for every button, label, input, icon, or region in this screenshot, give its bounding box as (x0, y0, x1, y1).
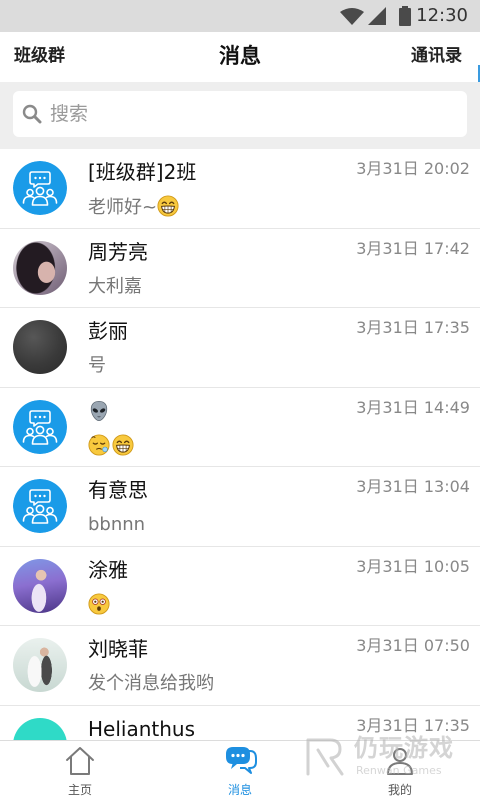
avatar (13, 240, 67, 295)
message-time: 3月31日 17:42 (356, 238, 470, 258)
contacts-button[interactable]: 通讯录 (411, 44, 462, 68)
conversation-title: 周芳亮 (88, 239, 148, 265)
conversation-item[interactable]: 有意思 bbnnn 3月31日 13:04 (0, 467, 480, 547)
search-placeholder: 搜索 (50, 103, 89, 125)
conversation-preview: 号 (88, 354, 106, 378)
message-time: 3月31日 17:35 (356, 715, 470, 735)
chat-icon (226, 747, 257, 774)
search-area: 搜索 (0, 82, 480, 149)
avatar (13, 638, 67, 692)
nav-messages[interactable]: 消息 (160, 741, 320, 801)
conversation-item[interactable]: Helianthus 3月31日 17:35 (0, 706, 480, 741)
sleepy-face-emoji-icon (88, 433, 110, 456)
last-message-text: 大利嘉 (88, 275, 142, 297)
bottom-navigation: 主页 消息 我的 (0, 740, 480, 800)
conversation-item[interactable]: 彭丽 号 3月31日 17:35 (0, 308, 480, 388)
avatar (13, 717, 67, 740)
conversation-title: 刘晓菲 (88, 636, 148, 662)
message-time: 3月31日 07:50 (356, 636, 470, 655)
conversation-title (88, 398, 112, 424)
message-time: 3月31日 20:02 (356, 159, 470, 178)
message-time: 3月31日 13:04 (356, 477, 470, 496)
nav-profile[interactable]: 我的 (320, 741, 480, 801)
nav-profile-label: 我的 (387, 783, 412, 797)
message-time: 3月31日 14:49 (356, 397, 470, 417)
message-time: 3月31日 10:05 (356, 556, 470, 576)
nav-messages-label: 消息 (227, 783, 252, 797)
conversation-name: Helianthus (88, 716, 196, 741)
conversation-item[interactable]: 刘晓菲 发个消息给我哟 3月31日 07:50 (0, 626, 480, 706)
conversation-preview: 发个消息给我哟 (88, 672, 214, 696)
grinning-face-emoji-icon (157, 195, 179, 217)
conversation-list[interactable]: [班级群]2班 老师好~ 3月31日 20:02 周芳亮 大利嘉 3月31日 1… (0, 149, 480, 740)
status-bar: 12:30 (0, 0, 480, 32)
name-emoji-group (88, 399, 112, 423)
alien-face-emoji-icon (88, 400, 110, 422)
last-message-text: bbnnn (88, 514, 146, 535)
conversation-name: 彭丽 (88, 319, 128, 343)
conversation-preview: 大利嘉 (88, 275, 142, 299)
group-chat-avatar (13, 399, 67, 454)
message-emoji-group (157, 195, 181, 218)
search-input[interactable]: 搜索 (13, 91, 467, 137)
person-icon (387, 748, 413, 775)
conversation-item[interactable]: [班级群]2班 老师好~ 3月31日 20:02 (0, 149, 480, 229)
conversation-title: 涂雅 (88, 557, 128, 583)
last-message-text: 发个消息给我哟 (88, 673, 214, 694)
conversation-title: 有意思 (88, 477, 148, 503)
avatar (13, 320, 67, 374)
message-emoji-group (88, 433, 136, 457)
conversation-preview (88, 592, 112, 617)
home-icon (66, 747, 94, 775)
signal-icon (368, 7, 386, 25)
grinning-face-emoji-icon (112, 433, 134, 456)
wifi-icon (340, 8, 364, 25)
page-title: 消息 (219, 44, 261, 68)
message-emoji-group (88, 592, 112, 616)
conversation-item[interactable]: 涂雅 3月31日 10:05 (0, 547, 480, 626)
message-time: 3月31日 17:35 (356, 318, 470, 337)
conversation-name: [班级群]2班 (88, 160, 197, 184)
top-app-bar: 班级群 消息 通讯录 (0, 32, 480, 112)
conversation-item[interactable]: 3月31日 14:49 (0, 388, 480, 467)
astonished-face-emoji-icon (88, 592, 110, 615)
conversation-title: Helianthus (88, 716, 195, 741)
conversation-preview: bbnnn (88, 513, 145, 537)
conversation-title: 彭丽 (88, 318, 128, 344)
clock: 12:30 (416, 5, 468, 26)
conversation-name: 周芳亮 (88, 239, 148, 264)
conversation-preview: 老师好~ (88, 195, 181, 219)
conversation-name: 涂雅 (88, 557, 128, 582)
search-icon (22, 104, 42, 124)
conversation-preview (88, 433, 136, 458)
nav-home-label: 主页 (67, 783, 92, 797)
group-chat-avatar (13, 479, 67, 533)
conversation-name: 有意思 (88, 478, 148, 502)
conversation-item[interactable]: 周芳亮 大利嘉 3月31日 17:42 (0, 229, 480, 308)
class-group-button[interactable]: 班级群 (14, 44, 65, 68)
last-message-text: 号 (88, 355, 106, 376)
nav-home[interactable]: 主页 (0, 741, 160, 801)
avatar (13, 558, 67, 613)
conversation-name: 刘晓菲 (88, 637, 148, 661)
last-message-text: 老师好~ (88, 197, 158, 218)
battery-icon (399, 6, 411, 26)
group-chat-avatar (13, 161, 67, 215)
conversation-title: [班级群]2班 (88, 159, 196, 185)
